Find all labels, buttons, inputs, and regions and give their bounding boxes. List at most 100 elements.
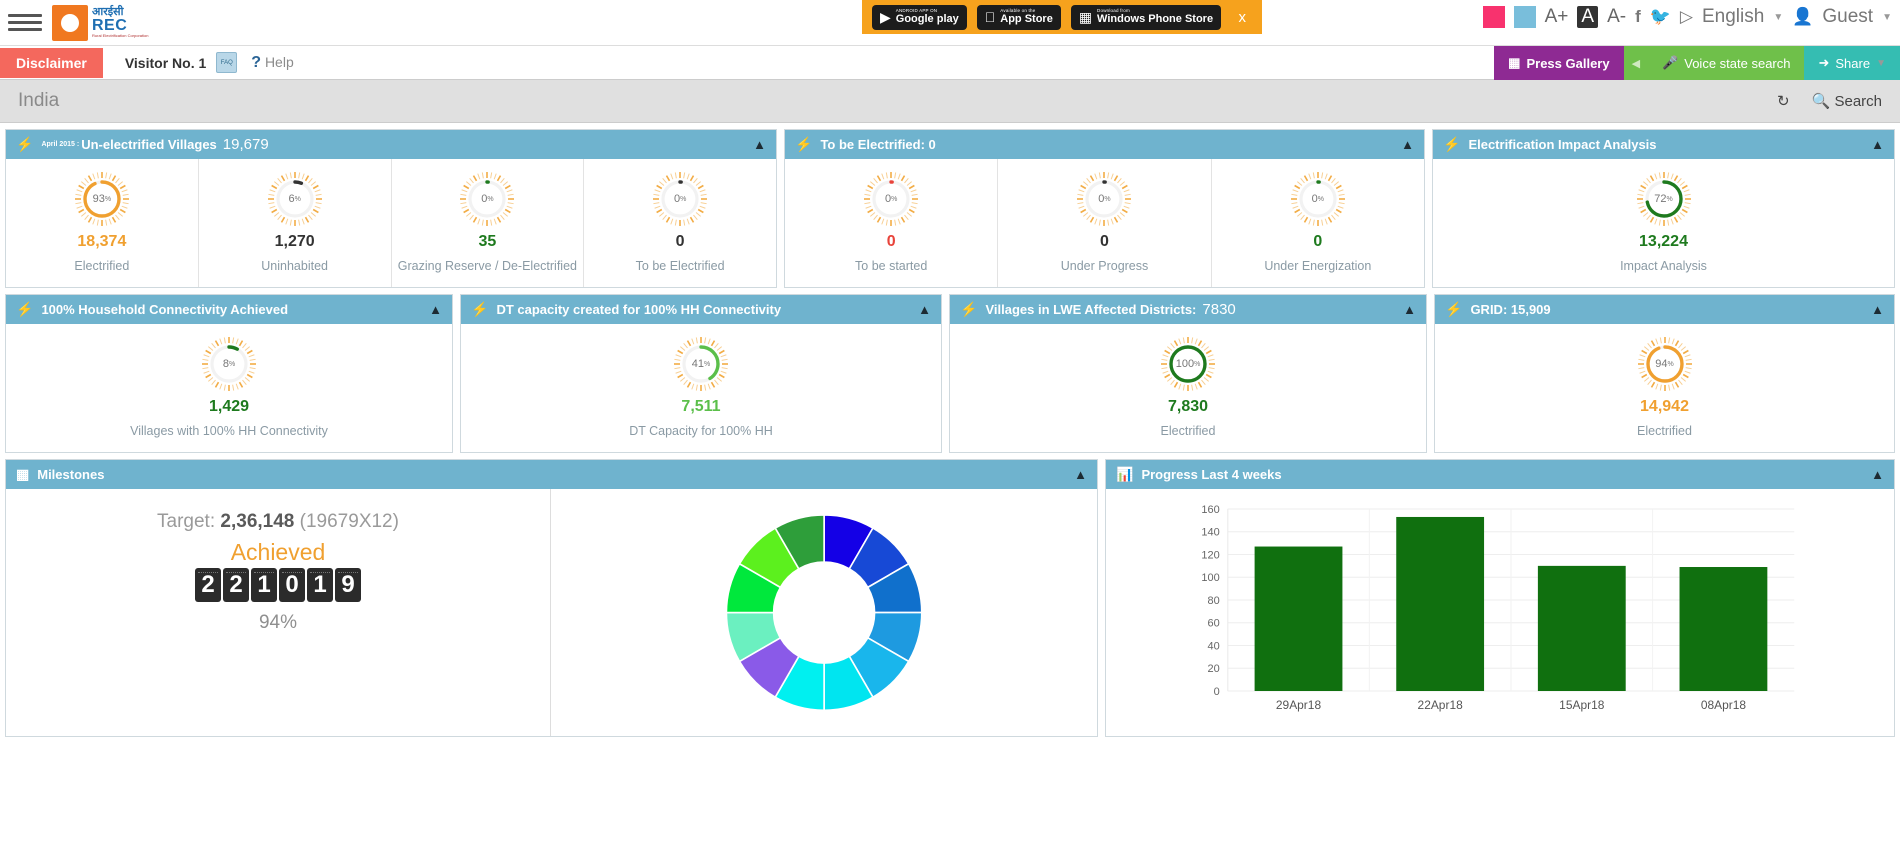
font-increase-button[interactable]: A+: [1545, 6, 1569, 28]
metric-label: Electrified: [1637, 424, 1692, 438]
hamburger-icon[interactable]: [8, 14, 42, 31]
panel-body: 8% 1,429 Villages with 100% HH Connectiv…: [6, 324, 452, 452]
metric-under-energization: 0% 0 Under Energization: [1212, 159, 1424, 287]
chevron-down-icon[interactable]: ▼: [1882, 12, 1892, 23]
search-icon: 🔍: [1811, 93, 1831, 110]
windows-icon: ▦: [1068, 9, 1092, 25]
metric-label: Villages with 100% HH Connectivity: [130, 424, 328, 438]
panel-impact-analysis: ⚡ Electrification Impact Analysis ▲ 72% …: [1432, 129, 1895, 288]
odometer-digit: 0: [279, 568, 305, 602]
help-label: Help: [264, 53, 294, 70]
press-gallery-button[interactable]: ▦ Press Gallery: [1494, 46, 1624, 80]
theme-swatch-blue[interactable]: [1513, 6, 1536, 28]
badge-big-text: App Store: [989, 12, 1053, 25]
gauge: 0%: [1290, 171, 1346, 227]
metric-label: Impact Analysis: [1620, 259, 1707, 273]
panel-body: 72% 13,224 Impact Analysis: [1433, 159, 1894, 287]
panel-header: ⚡ Electrification Impact Analysis ▲: [1433, 130, 1894, 159]
app-store-badge[interactable]:  Available on the App Store: [976, 4, 1061, 30]
collapse-icon[interactable]: ▲: [1074, 467, 1087, 482]
panel-header: ⚡ Villages in LWE Affected Districts: 78…: [950, 295, 1426, 324]
bolt-icon: ⚡: [960, 301, 978, 317]
facebook-icon[interactable]: f: [1635, 7, 1641, 27]
bar[interactable]: [1537, 565, 1626, 691]
collapse-icon[interactable]: ▲: [1871, 302, 1884, 317]
gauge-percent: 0%: [481, 193, 494, 205]
bar[interactable]: [1679, 567, 1768, 691]
help-link[interactable]: ? Help: [251, 54, 293, 72]
search-label: Search: [1834, 93, 1882, 110]
panel-body: 0% 0 To be started 0% 0 Under Progress 0: [785, 159, 1424, 287]
metric-value: 35: [478, 233, 497, 250]
target-value: 2,36,148: [220, 511, 295, 532]
odometer-digit: 1: [251, 568, 277, 602]
metric-label: To be Electrified: [635, 259, 725, 273]
bolt-icon: ⚡: [471, 301, 489, 317]
language-selector[interactable]: English: [1702, 6, 1764, 28]
google-play-badge[interactable]: ▶ ANDROID APP ON Google play: [872, 4, 967, 30]
collapse-icon[interactable]: ▲: [429, 302, 442, 317]
metric-to-be-started: 0% 0 To be started: [785, 159, 999, 287]
panel-body: 94% 14,942 Electrified: [1435, 324, 1894, 452]
gauge: 0%: [459, 171, 515, 227]
font-decrease-button[interactable]: A-: [1607, 6, 1626, 28]
font-normal-button[interactable]: A: [1577, 6, 1599, 28]
app-download-banner: ▶ ANDROID APP ON Google play  Available…: [862, 0, 1262, 34]
collapse-icon[interactable]: ▲: [1871, 467, 1884, 482]
panel-hh-connectivity: ⚡ 100% Household Connectivity Achieved ▲…: [5, 294, 453, 453]
windows-store-badge[interactable]: ▦ Download from Windows Phone Store: [1068, 4, 1222, 30]
bolt-icon: ⚡: [16, 136, 34, 152]
close-icon[interactable]: x: [1233, 9, 1253, 26]
faq-icon[interactable]: FAQ: [216, 52, 238, 73]
gauge-percent: 0%: [1098, 193, 1111, 205]
voice-search-label: Voice state search: [1684, 55, 1791, 71]
collapse-icon[interactable]: ▲: [918, 302, 931, 317]
voice-search-button[interactable]: 🎤 Voice state search: [1648, 46, 1805, 80]
action-bar: Disclaimer Visitor No. 1 FAQ ? Help ▦ Pr…: [0, 45, 1900, 80]
panel-title: Villages in LWE Affected Districts:: [985, 302, 1197, 317]
user-menu[interactable]: Guest: [1822, 6, 1873, 28]
panel-title: GRID: 15,909: [1470, 302, 1551, 317]
donut-svg: [725, 514, 923, 712]
panel-title: 100% Household Connectivity Achieved: [41, 302, 289, 317]
y-tick-label: 100: [1201, 572, 1219, 584]
disclaimer-button[interactable]: Disclaimer: [0, 47, 103, 78]
y-tick-label: 80: [1208, 595, 1220, 607]
search-button[interactable]: 🔍 Search: [1812, 92, 1882, 110]
metric-value: 0: [675, 233, 685, 250]
bolt-icon: ⚡: [795, 136, 813, 152]
prev-arrow-icon[interactable]: ◀: [1623, 46, 1649, 80]
youtube-icon[interactable]: ▷: [1680, 7, 1693, 27]
twitter-icon[interactable]: 🐦: [1650, 7, 1671, 27]
panel-row-1: ⚡ April 2015 : Un-electrified Villages 1…: [0, 123, 1900, 288]
panel-body: 93% 18,374 Electrified 6% 1,270 Uninhabi…: [6, 159, 776, 287]
badge-big-text: Windows Phone Store: [1086, 12, 1213, 25]
gauge-percent: 6%: [288, 193, 301, 205]
share-button[interactable]: ➜ Share ▼: [1804, 46, 1900, 80]
chevron-down-icon[interactable]: ▼: [1773, 12, 1783, 23]
collapse-icon[interactable]: ▲: [1401, 137, 1414, 152]
metric-value: 13,224: [1639, 233, 1688, 250]
gauge-percent: 93%: [92, 193, 112, 205]
metric-to-be-electrified: 0% 0 To be Electrified: [584, 159, 776, 287]
gallery-icon: ▦: [1508, 55, 1521, 70]
panel-header: ⚡ DT capacity created for 100% HH Connec…: [461, 295, 941, 324]
gauge-percent: 8%: [222, 358, 236, 370]
bar[interactable]: [1254, 546, 1343, 691]
refresh-icon[interactable]: ↻: [1777, 92, 1790, 110]
metric-label: DT Capacity for 100% HH: [629, 424, 773, 438]
theme-swatch-pink[interactable]: [1482, 6, 1505, 28]
bolt-icon: ⚡: [1443, 136, 1461, 152]
rec-logo[interactable]: आरईसी REC Rural Electrification Corporat…: [52, 4, 148, 41]
target-formula: (19679X12): [299, 511, 399, 532]
metric-grid-electrified: 94% 14,942 Electrified: [1435, 324, 1894, 452]
collapse-icon[interactable]: ▲: [1871, 137, 1884, 152]
gauge: 72%: [1636, 171, 1692, 227]
progress-bar-chart: 0 20 40 60 80 100 120 140 160 29Apr18 22Apr18 15Apr…: [1201, 504, 1795, 712]
collapse-icon[interactable]: ▲: [1403, 302, 1416, 317]
collapse-icon[interactable]: ▲: [753, 137, 766, 152]
gauge: 0%: [1076, 171, 1132, 227]
bar[interactable]: [1396, 516, 1485, 691]
chevron-down-icon: ▼: [1876, 57, 1886, 69]
top-right-controls: A+ A A- f 🐦 ▷ English ▼ 👤 Guest ▼: [1482, 0, 1892, 34]
